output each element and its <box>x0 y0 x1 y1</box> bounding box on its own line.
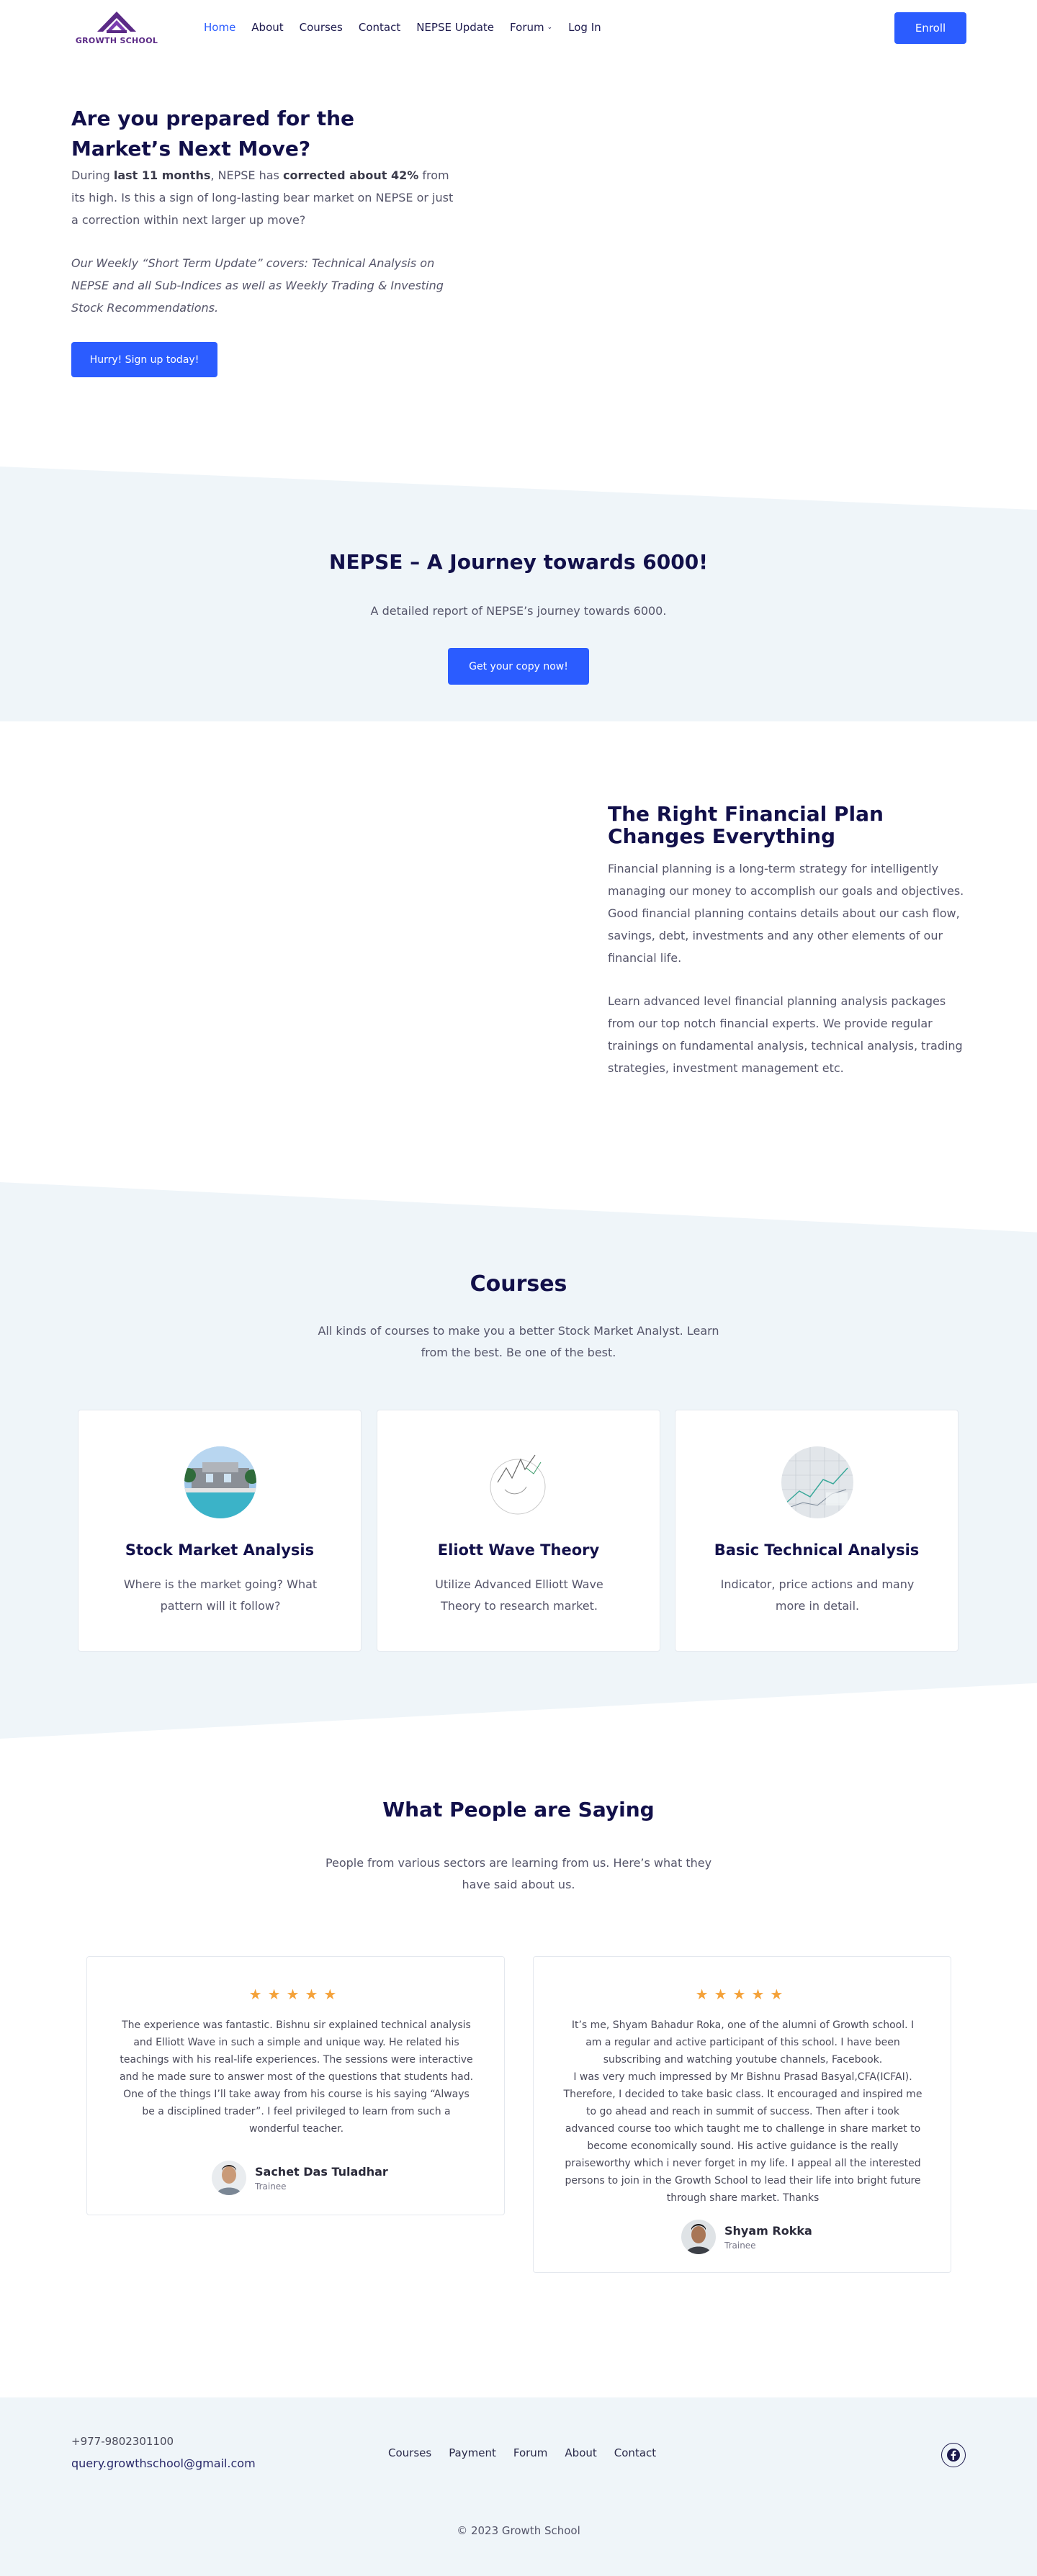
testimonial-person: Sachet Das Tuladhar Trainee <box>212 2161 388 2195</box>
footer-email[interactable]: query.growthschool@gmail.com <box>71 2456 256 2470</box>
get-copy-button[interactable]: Get your copy now! <box>448 648 589 685</box>
footer-link-courses[interactable]: Courses <box>388 2446 431 2459</box>
testimonial-card: ★★★★★ The experience was fantastic. Bish… <box>86 1956 505 2215</box>
nav-nepse-update[interactable]: NEPSE Update <box>416 21 494 34</box>
course-description: Utilize Advanced Elliott Wave Theory to … <box>435 1577 603 1613</box>
testimonial-quote: The experience was fantastic. Bishnu sir… <box>119 2019 474 2135</box>
hero-intro-text: , NEPSE has <box>210 168 283 182</box>
course-title: Stock Market Analysis <box>125 1541 315 1559</box>
plan-title: The Right Financial Plan Changes Everyth… <box>608 802 884 848</box>
avatar <box>212 2161 246 2195</box>
enroll-button[interactable]: Enroll <box>894 12 966 44</box>
logo-icon <box>97 12 136 33</box>
course-image-elliott-wave-sketch <box>483 1446 555 1518</box>
nav-about-label: About <box>251 21 284 34</box>
course-card-technical-analysis[interactable]: Basic Technical Analysis Indicator, pric… <box>675 1410 959 1652</box>
journey-subtitle: A detailed report of NEPSE’s journey tow… <box>370 604 667 618</box>
nav-contact[interactable]: Contact <box>359 21 400 34</box>
course-description: Indicator, price actions and many more i… <box>720 1577 915 1613</box>
logo[interactable]: GROWTH SCHOOL <box>71 10 162 46</box>
nav-about[interactable]: About <box>251 21 283 34</box>
hero-intro-text: During <box>71 168 114 182</box>
hero-weekly-update-text: Our Weekly “Short Term Update” covers: T… <box>71 256 444 315</box>
course-title: Eliott Wave Theory <box>437 1541 600 1559</box>
nav-log-in-label: Log In <box>568 21 601 34</box>
testimonial-role: Trainee <box>255 2181 287 2192</box>
nav-forum[interactable]: Forum ⌄ <box>510 21 552 34</box>
plan-paragraph-2: Learn advanced level financial planning … <box>608 994 963 1075</box>
footer-link-forum[interactable]: Forum <box>513 2446 548 2459</box>
courses-subtitle: All kinds of courses to make you a bette… <box>318 1324 719 1359</box>
plan-paragraph-1: Financial planning is a long-term strate… <box>608 862 964 965</box>
nav-forum-label: Forum <box>510 21 544 34</box>
testimonials-subtitle: People from various sectors are learning… <box>325 1856 712 1891</box>
footer-link-payment[interactable]: Payment <box>449 2446 496 2459</box>
testimonial-card: ★★★★★ It’s me, Shyam Bahadur Roka, one o… <box>533 1956 951 2273</box>
footer-copyright: © 2023 Growth School <box>457 2524 580 2537</box>
testimonial-person: Shyam Rokka Trainee <box>681 2220 812 2254</box>
site-footer: +977-9802301100 query.growthschool@gmail… <box>0 2397 1037 2576</box>
nav-nepse-update-label: NEPSE Update <box>416 21 495 34</box>
signup-button[interactable]: Hurry! Sign up today! <box>71 342 217 377</box>
page: GROWTH SCHOOL Home About Courses Contact… <box>0 0 1037 2576</box>
testimonial-quote: It’s me, Shyam Bahadur Roka, one of the … <box>563 2019 922 2204</box>
nav-home-label: Home <box>204 21 236 34</box>
testimonials-title: What People are Saying <box>382 1798 655 1821</box>
hero-intro-bold-period: last 11 months <box>113 168 211 182</box>
nav-contact-label: Contact <box>358 21 401 34</box>
facebook-icon[interactable] <box>941 2443 966 2467</box>
chevron-down-icon: ⌄ <box>547 24 553 31</box>
testimonial-name: Sachet Das Tuladhar <box>255 2164 388 2179</box>
footer-link-about[interactable]: About <box>565 2446 596 2459</box>
course-image-chart-paper <box>781 1446 853 1518</box>
hero-intro: During last 11 months, NEPSE has correct… <box>71 164 460 231</box>
avatar <box>681 2220 716 2254</box>
nav-log-in[interactable]: Log In <box>568 21 601 34</box>
testimonial-name: Shyam Rokka <box>724 2223 812 2238</box>
footer-phone[interactable]: +977-9802301100 <box>71 2435 174 2448</box>
hero-title: Are you prepared for the Market’s Next M… <box>71 107 355 161</box>
nav-courses[interactable]: Courses <box>300 21 343 34</box>
footer-nav: Courses Payment Forum About Contact <box>388 2446 673 2459</box>
course-title: Basic Technical Analysis <box>714 1541 920 1559</box>
course-card-stock-market[interactable]: Stock Market Analysis Where is the marke… <box>78 1410 362 1652</box>
course-description: Where is the market going? What pattern … <box>123 1577 318 1613</box>
journey-title: NEPSE – A Journey towards 6000! <box>329 550 708 574</box>
course-card-elliott-wave[interactable]: Eliott Wave Theory Utilize Advanced Elli… <box>377 1410 660 1652</box>
courses-title: Courses <box>470 1271 567 1297</box>
main-nav: Home About Courses Contact NEPSE Update … <box>204 21 617 34</box>
testimonial-role: Trainee <box>724 2240 756 2251</box>
site-header: GROWTH SCHOOL Home About Courses Contact… <box>0 0 1037 58</box>
logo-text: GROWTH SCHOOL <box>75 36 158 45</box>
rating-stars-icon: ★★★★★ <box>248 1986 343 2003</box>
hero-intro-bold-correction: corrected about 42% <box>282 168 419 182</box>
nav-courses-label: Courses <box>299 21 343 34</box>
footer-link-contact[interactable]: Contact <box>614 2446 656 2459</box>
rating-stars-icon: ★★★★★ <box>695 1986 789 2003</box>
course-image-pool <box>184 1446 256 1518</box>
nav-home[interactable]: Home <box>204 21 235 34</box>
